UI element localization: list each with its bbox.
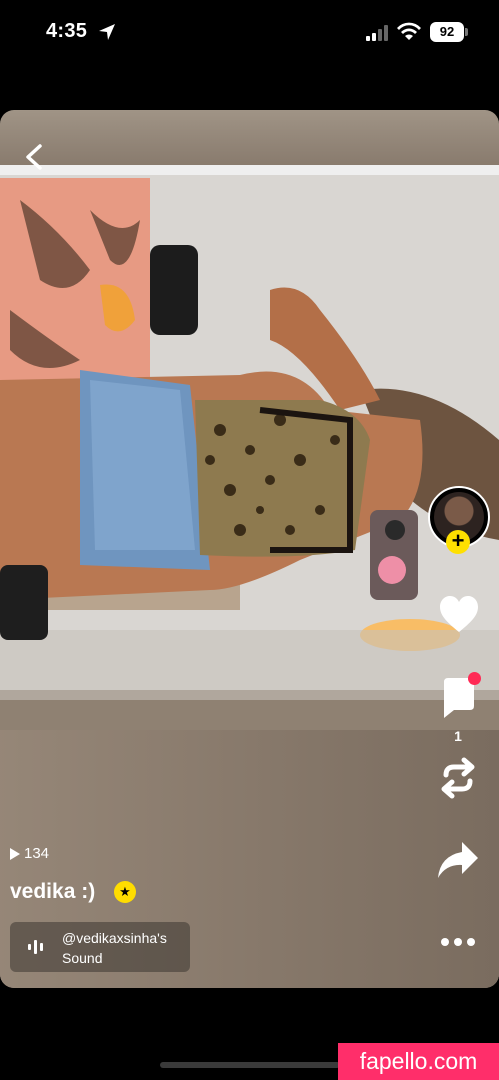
battery-tip [465,28,468,36]
play-icon [10,847,20,860]
battery-level: 92 [430,22,464,42]
sound-label: @vedikaxsinha's Sound [62,928,167,968]
remix-arrows-icon[interactable] [438,757,478,799]
view-count-value: 134 [24,845,50,862]
sound-label-line1: @vedikaxsinha's [62,930,167,946]
story-media[interactable] [0,110,499,988]
heart-icon[interactable] [438,594,480,634]
username[interactable]: vedika :) [10,880,95,904]
sound-label-line2: Sound [62,950,103,966]
sound-button[interactable]: @vedikaxsinha's Sound [10,922,190,972]
wifi-icon [397,22,421,40]
location-arrow-icon [99,24,115,40]
watermark: fapello.com [338,1043,499,1080]
sound-wave-icon [28,940,43,954]
view-count: 134 [10,845,49,862]
more-dots-icon[interactable] [440,936,476,948]
status-bar: 4:35 92 [0,0,499,66]
comment-notification-dot [468,672,481,685]
follow-plus-icon[interactable]: + [446,530,470,554]
home-indicator [160,1062,340,1068]
mirror-selfie-photo [0,165,499,988]
star-badge-icon: ★ [114,881,136,903]
cellular-signal-icon [366,25,388,41]
back-chevron-icon[interactable] [20,142,48,172]
share-arrow-icon[interactable] [436,838,480,882]
clock: 4:35 [46,20,88,42]
comment-count: 1 [454,728,462,744]
